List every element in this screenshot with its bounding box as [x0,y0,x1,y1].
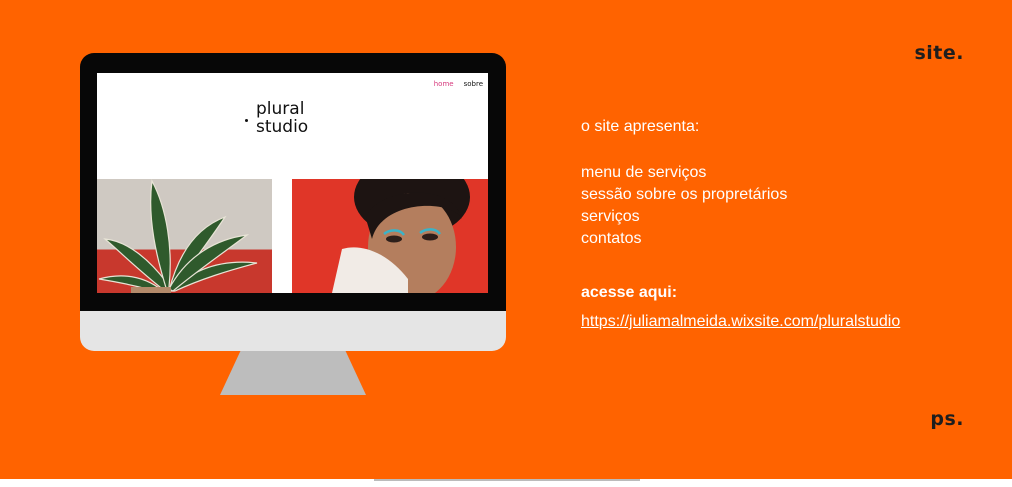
features-list: menu de serviços sessão sobre os propret… [581,162,787,250]
features-list-item: serviços [581,208,640,225]
monitor-chin [80,311,506,351]
site-url-link[interactable]: https://juliamalmeida.wixsite.com/plural… [581,313,900,331]
info-heading: o site apresenta: [581,118,700,135]
website-preview: home sobre plural studio [97,73,488,293]
features-list-item: menu de serviços [581,164,707,181]
nav-sobre-link[interactable]: sobre [464,80,483,88]
features-list-item: contatos [581,230,642,247]
access-label: acesse aqui: [581,284,678,301]
preview-nav: home sobre [434,80,483,88]
plant-photo [97,179,272,293]
logo-line-2: studio [256,117,309,137]
nav-home-link[interactable]: home [434,80,454,88]
logo-dot [245,119,248,122]
monitor-stand [220,351,366,395]
ps-label: ps. [930,408,964,430]
bottom-divider [374,479,640,481]
features-list-item: sessão sobre os propretários [581,186,788,203]
site-label: site. [914,42,964,64]
portrait-photo [292,179,488,293]
